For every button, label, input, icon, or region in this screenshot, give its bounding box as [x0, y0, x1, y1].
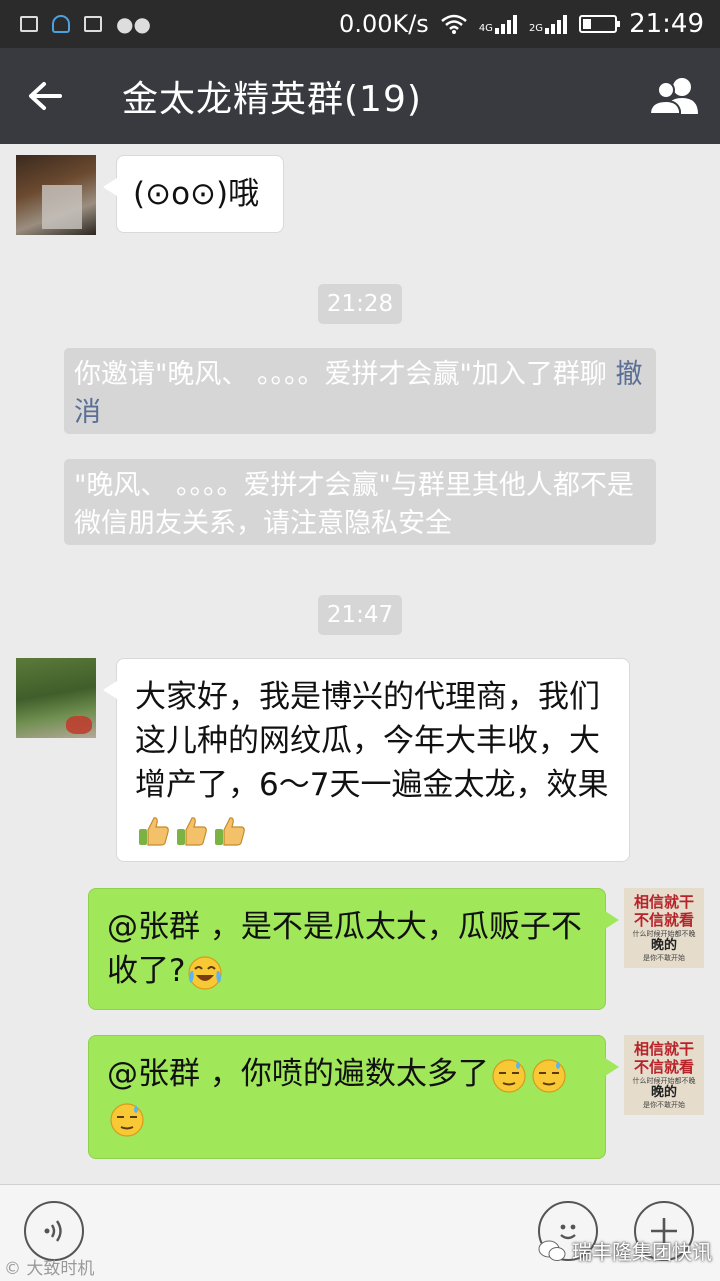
system-message-text: "晚风、 。。。。爱拼才会赢"与群里其他人都不是微信朋友关系，请注意隐私安全	[74, 470, 634, 539]
network-speed: 0.00K/s	[339, 10, 429, 38]
system-message: 你邀请"晚风、 。。。。爱拼才会赢"加入了群聊 撤消	[64, 348, 656, 434]
avatar[interactable]	[16, 155, 96, 235]
sweat-face-icon	[492, 1058, 526, 1093]
message-text: 大家好，我是博兴的代理商，我们这儿种的网纹瓜，今年大丰收，大增产了，6～7天一遍…	[135, 679, 609, 803]
input-bar	[0, 1184, 720, 1281]
thumbs-up-icon	[139, 816, 169, 846]
message-bubble[interactable]: 大家好，我是博兴的代理商，我们这儿种的网纹瓜，今年大丰收，大增产了，6～7天一遍…	[103, 658, 630, 862]
signal-4g-label: 4G	[478, 23, 493, 34]
signal-2g-label: 2G	[528, 23, 544, 34]
watermark-logo-icon: ©	[4, 1259, 21, 1279]
wechat-logo-icon	[538, 1240, 566, 1261]
voice-button[interactable]	[24, 1201, 84, 1261]
voice-icon	[44, 1220, 62, 1242]
sender-avatar[interactable]: 相信就干 不信就看 什么时候开始都不晚 晚的 是你不敢开始	[624, 888, 704, 968]
message-text: @张群 ，你喷的遍数太多了	[107, 1056, 489, 1092]
back-button[interactable]	[0, 48, 90, 144]
thumbs-up-icon	[215, 816, 245, 846]
image-notification-icon	[20, 16, 38, 32]
message-bubble[interactable]: @张群 ，你喷的遍数太多了	[88, 1035, 619, 1159]
system-message: "晚风、 。。。。爱拼才会赢"与群里其他人都不是微信朋友关系，请注意隐私安全	[64, 459, 656, 545]
message-notification-icon	[84, 16, 102, 32]
message-text: (⊙o⊙)哦	[133, 176, 260, 212]
system-message-text: 你邀请"晚风、 。。。。爱拼才会赢"加入了群聊	[74, 359, 607, 390]
sweat-face-icon	[110, 1102, 144, 1137]
crying-laughing-icon	[188, 955, 223, 990]
timestamp: 21:47	[318, 595, 402, 635]
chat-header: 金太龙精英群(19)	[0, 48, 720, 144]
watermark-left: © 大致时机	[4, 1259, 95, 1279]
group-members-icon	[648, 78, 698, 115]
battery-icon	[579, 15, 621, 33]
sender-avatar[interactable]: 相信就干 不信就看 什么时候开始都不晚 晚的 是你不敢开始	[624, 1035, 704, 1115]
status-bar: ●● 0.00K/s 4G 2G 21:49	[0, 0, 720, 48]
message-text: @张群 ，是不是瓜太大，瓜贩子不收了?	[107, 909, 582, 989]
clock: 21:49	[629, 9, 704, 39]
timestamp: 21:28	[318, 284, 402, 324]
thumbs-up-icon	[177, 816, 207, 846]
wifi-icon	[441, 14, 467, 34]
message-bubble[interactable]: @张群 ，是不是瓜太大，瓜贩子不收了?	[88, 888, 619, 1010]
headset-notification-icon	[52, 15, 70, 33]
message-bubble[interactable]: (⊙o⊙)哦	[103, 155, 284, 233]
avatar[interactable]	[16, 658, 96, 738]
arrow-left-icon	[29, 82, 62, 110]
wechat-notification-icon: ●●	[116, 12, 151, 36]
signal-4g-icon	[494, 14, 517, 34]
chat-title: 金太龙精英群(19)	[122, 79, 422, 120]
signal-2g-icon	[545, 14, 568, 34]
watermark-right: 瑞丰隆集团快讯	[538, 1236, 712, 1265]
sweat-face-icon	[532, 1058, 566, 1093]
group-info-button[interactable]	[630, 48, 720, 144]
